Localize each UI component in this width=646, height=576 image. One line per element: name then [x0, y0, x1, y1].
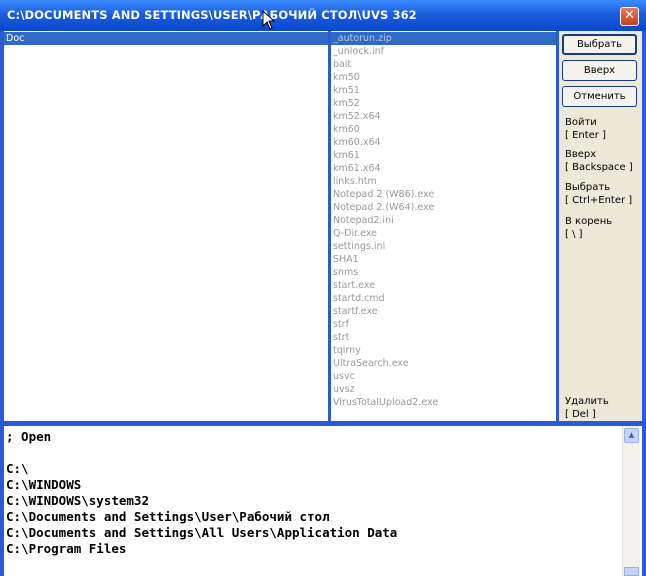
- editor-text[interactable]: ; Open C:\ C:\WINDOWS C:\WINDOWS\system32 C:…: [6, 429, 397, 557]
- file-list[interactable]: _autorun.zip _unlock.inf bait km50 km51 km52 k…: [331, 32, 556, 409]
- file-list-item[interactable]: startf.exe: [331, 305, 556, 318]
- root-hint-label: В корень: [565, 216, 613, 227]
- file-list-item[interactable]: Notepad 2.(W64).exe: [331, 201, 556, 214]
- editor-line: C:\Documents and Settings\User\Рабочий с…: [6, 509, 330, 524]
- app-window: C:\DOCUMENTS AND SETTINGS\USER\РАБОЧИЙ С…: [0, 0, 646, 576]
- file-list-item[interactable]: Notepad 2 (W86).exe: [331, 188, 556, 201]
- file-list-item[interactable]: snms: [331, 266, 556, 279]
- file-list-item[interactable]: tqirny: [331, 344, 556, 357]
- select-hint-label: Выбрать: [565, 182, 611, 193]
- editor-line: C:\: [6, 461, 29, 476]
- file-list-item[interactable]: VirusTotalUpload2.exe: [331, 396, 556, 409]
- file-list-item[interactable]: _unlock.inf: [331, 45, 556, 58]
- file-list-item[interactable]: startd.cmd: [331, 292, 556, 305]
- window-title: C:\DOCUMENTS AND SETTINGS\USER\РАБОЧИЙ С…: [7, 8, 417, 22]
- mouse-cursor-icon: [262, 10, 276, 30]
- file-list-item[interactable]: km60.x64: [331, 136, 556, 149]
- file-list-item[interactable]: UltraSearch.exe: [331, 357, 556, 370]
- root-hint-key: [ \ ]: [565, 229, 583, 240]
- editor-line: C:\WINDOWS: [6, 477, 82, 492]
- file-list-item[interactable]: usvc: [331, 370, 556, 383]
- delete-hint-label: Удалить: [565, 396, 609, 407]
- folder-list-pane[interactable]: Doc: [4, 31, 328, 421]
- scroll-up-button[interactable]: ▲: [624, 428, 639, 443]
- file-list-item[interactable]: strf: [331, 318, 556, 331]
- enter-hint-key: [ Enter ]: [565, 130, 607, 141]
- file-list-item[interactable]: Notepad2.ini: [331, 214, 556, 227]
- title-bar[interactable]: C:\DOCUMENTS AND SETTINGS\USER\РАБОЧИЙ С…: [0, 0, 646, 31]
- up-hint-key: [ Backspace ]: [565, 162, 633, 173]
- editor-line: ; Open: [6, 429, 52, 444]
- up-hint-label: Вверх: [565, 149, 597, 160]
- file-list-pane[interactable]: _autorun.zip _unlock.inf bait km50 km51 km52 k…: [331, 31, 556, 421]
- editor-line: C:\Program Files: [6, 541, 127, 556]
- editor-line: C:\Documents and Settings\All Users\Appl…: [6, 525, 398, 540]
- up-button[interactable]: Вверх: [562, 60, 637, 81]
- file-list-item[interactable]: bait: [331, 58, 556, 71]
- editor-scrollbar[interactable]: ▲: [622, 426, 640, 576]
- file-list-item[interactable]: km50: [331, 71, 556, 84]
- select-hint-key: [ Ctrl+Enter ]: [565, 195, 633, 206]
- file-list-item[interactable]: km61.x64: [331, 162, 556, 175]
- close-button[interactable]: ✕: [620, 7, 639, 26]
- file-list-item[interactable]: km61: [331, 149, 556, 162]
- editor-line: C:\WINDOWS\system32: [6, 493, 149, 508]
- file-list-item[interactable]: settings.ini: [331, 240, 556, 253]
- file-list-item[interactable]: km52.x64: [331, 110, 556, 123]
- file-list-item[interactable]: links.htm: [331, 175, 556, 188]
- enter-hint-label: Войти: [565, 117, 597, 128]
- delete-hint-key: [ Del ]: [565, 409, 596, 420]
- scroll-down-button[interactable]: [624, 567, 639, 576]
- file-list-item[interactable]: strt: [331, 331, 556, 344]
- cancel-button[interactable]: Отменить: [562, 86, 637, 107]
- close-icon: ✕: [624, 8, 635, 23]
- file-list-item[interactable]: uvsz: [331, 383, 556, 396]
- folder-list-item[interactable]: Doc: [4, 32, 328, 45]
- file-list-item[interactable]: SHA1: [331, 253, 556, 266]
- file-list-item[interactable]: Q-Dir.exe: [331, 227, 556, 240]
- file-list-item[interactable]: start.exe: [331, 279, 556, 292]
- file-list-item[interactable]: _autorun.zip: [331, 32, 556, 45]
- file-list-item[interactable]: km60: [331, 123, 556, 136]
- file-list-item[interactable]: km52: [331, 97, 556, 110]
- scroll-up-arrow-icon: ▲: [628, 431, 635, 439]
- side-panel: Выбрать Вверх Отменить Войти [ Enter ] В…: [559, 31, 642, 421]
- paths-editor[interactable]: ; Open C:\ C:\WINDOWS C:\WINDOWS\system32 C:…: [4, 426, 642, 576]
- select-button[interactable]: Выбрать: [562, 34, 637, 55]
- file-list-item[interactable]: km51: [331, 84, 556, 97]
